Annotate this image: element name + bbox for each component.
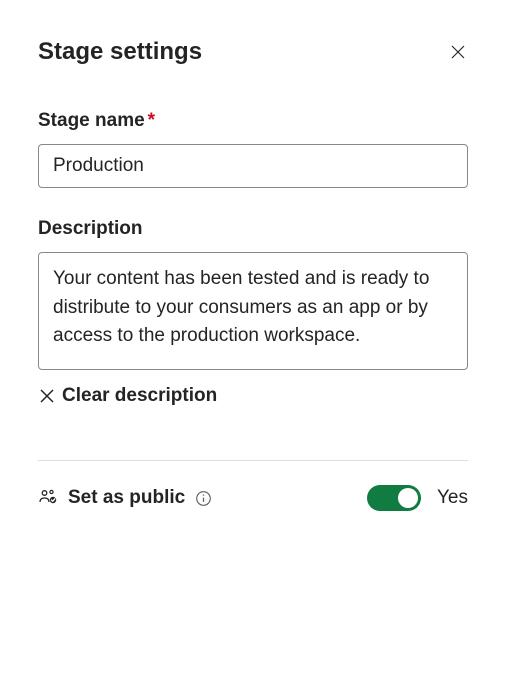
panel-title: Stage settings: [38, 38, 202, 66]
toggle-knob: [398, 488, 418, 508]
clear-description-button[interactable]: Clear description: [38, 385, 217, 407]
stage-name-input[interactable]: [38, 144, 468, 188]
set-as-public-toggle[interactable]: [367, 485, 421, 511]
set-as-public-label: Set as public: [68, 487, 185, 509]
description-label: Description: [38, 218, 468, 240]
close-button[interactable]: [448, 42, 468, 62]
divider: [38, 460, 468, 461]
people-icon: [38, 488, 58, 508]
clear-description-label: Clear description: [62, 385, 217, 407]
toggle-state-label: Yes: [437, 487, 468, 509]
info-icon[interactable]: [195, 490, 212, 507]
close-icon: [38, 387, 56, 405]
stage-name-label-text: Stage name: [38, 110, 145, 131]
close-icon: [449, 43, 467, 61]
description-textarea[interactable]: [38, 252, 468, 370]
stage-name-label: Stage name*: [38, 110, 468, 132]
required-indicator: *: [148, 110, 155, 131]
